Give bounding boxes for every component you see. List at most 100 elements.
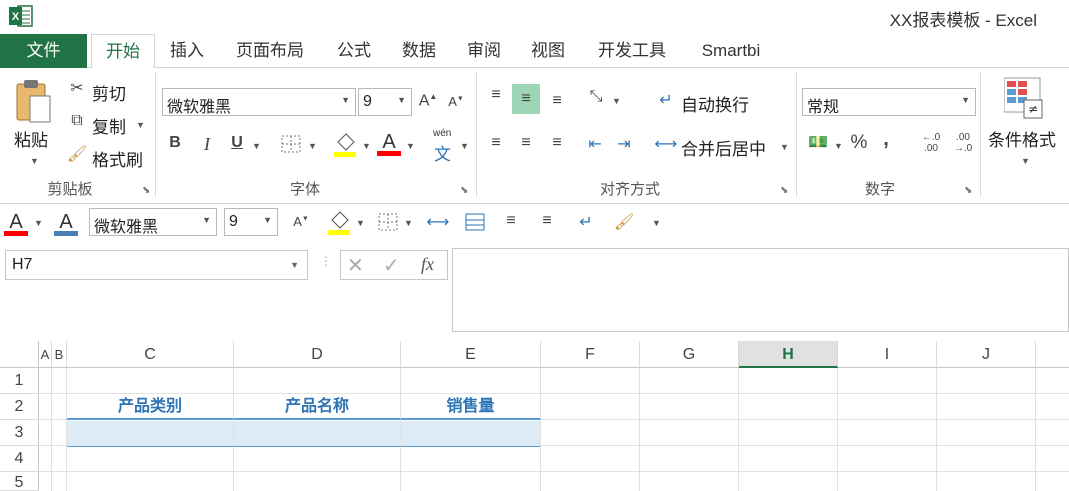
paste-icon[interactable] [14, 78, 54, 126]
merge-center-button[interactable]: 合并后居中 [681, 135, 766, 160]
increase-decimal-icon[interactable]: ←.0.00 [918, 132, 944, 154]
align-bottom-icon[interactable]: ≡ [546, 92, 568, 110]
row-header-5[interactable]: 5 [0, 472, 39, 491]
tab-page-layout[interactable]: 页面布局 [226, 34, 314, 68]
mini-font-size-select[interactable]: 9 ▼ [224, 208, 278, 236]
cancel-icon[interactable]: ✕ [347, 253, 364, 278]
align-left-icon[interactable]: ≡ [536, 212, 558, 230]
fill-color-icon[interactable] [326, 208, 352, 236]
col-header-b[interactable]: B [52, 341, 67, 368]
font-name-select[interactable]: 微软雅黑 ▼ [162, 88, 356, 116]
tab-insert[interactable]: 插入 [161, 34, 213, 68]
name-box[interactable]: H7 ▼ [5, 250, 308, 280]
cut-button[interactable]: 剪切 [92, 80, 126, 105]
copy-button[interactable]: 复制 [92, 113, 126, 138]
col-header-i[interactable]: I [838, 341, 937, 368]
col-header-c[interactable]: C [67, 341, 234, 368]
cell-c2-product-category[interactable]: 产品类别 [67, 394, 234, 420]
decrease-decimal-icon[interactable]: .00 →.0 [950, 132, 976, 154]
col-header-d[interactable]: D [234, 341, 401, 368]
currency-dropdown-icon[interactable]: ▼ [834, 141, 843, 151]
underline-dropdown-icon[interactable]: ▼ [252, 141, 261, 151]
formula-input[interactable] [452, 248, 1069, 332]
confirm-icon[interactable]: ✓ [383, 253, 400, 278]
paste-label[interactable]: 粘贴 [14, 126, 48, 151]
more-options-icon[interactable]: ▼ [652, 218, 661, 228]
borders-dropdown-icon[interactable]: ▼ [404, 218, 413, 228]
font-color-dropdown-icon[interactable]: ▼ [406, 141, 415, 151]
font-color-alt-icon[interactable]: A [54, 208, 80, 238]
font-color-icon[interactable]: A [4, 208, 30, 238]
font-size-select[interactable]: 9 ▼ [358, 88, 412, 116]
borders-icon[interactable] [377, 212, 399, 232]
increase-indent-icon[interactable]: ⇥ [613, 134, 635, 154]
wrap-text-icon[interactable]: ↵ [574, 212, 598, 232]
number-format-select[interactable]: 常规 ▼ [802, 88, 976, 116]
fill-color-dropdown-icon[interactable]: ▼ [356, 218, 365, 228]
decrease-font-icon[interactable]: A▼ [446, 94, 466, 109]
borders-dropdown-icon[interactable]: ▼ [308, 141, 317, 151]
orientation-dropdown-icon[interactable]: ▼ [612, 96, 621, 106]
fill-color-dropdown-icon[interactable]: ▼ [362, 141, 371, 151]
tab-view[interactable]: 视图 [522, 34, 574, 68]
italic-button[interactable]: I [198, 134, 216, 155]
mini-font-name-select[interactable]: 微软雅黑 ▼ [89, 208, 217, 236]
insert-function-button[interactable]: fx [421, 254, 434, 275]
cell-d2-product-name[interactable]: 产品名称 [234, 394, 401, 420]
tab-formulas[interactable]: 公式 [327, 34, 381, 68]
cut-icon[interactable]: ✂ [66, 78, 88, 98]
col-header-j[interactable]: J [937, 341, 1036, 368]
orientation-icon[interactable]: ⤡ [584, 88, 608, 106]
format-painter-button[interactable]: 格式刷 [92, 146, 143, 171]
number-launcher-icon[interactable]: ⬊ [964, 185, 972, 196]
comma-button[interactable]: , [878, 128, 894, 151]
merge-center-icon[interactable]: ⟷ [426, 212, 450, 232]
phonetic-icon[interactable]: wén 文 [432, 128, 458, 164]
tab-data[interactable]: 数据 [393, 34, 445, 68]
select-all-corner[interactable] [0, 341, 39, 368]
wrap-text-button[interactable]: 自动换行 [681, 91, 749, 116]
font-launcher-icon[interactable]: ⬊ [460, 185, 468, 196]
align-left-icon[interactable]: ≡ [485, 134, 507, 152]
tab-home[interactable]: 开始 [91, 34, 155, 69]
merge-dropdown-icon[interactable]: ▼ [780, 142, 789, 152]
col-header-e[interactable]: E [401, 341, 541, 368]
format-painter-icon[interactable]: 🖌 [612, 212, 636, 232]
wrap-text-icon[interactable]: ↵ [654, 90, 678, 110]
currency-icon[interactable]: 💵 [804, 132, 832, 152]
tab-developer[interactable]: 开发工具 [588, 34, 676, 68]
merge-center-icon[interactable]: ⟷ [654, 134, 678, 154]
table-format-icon[interactable] [464, 212, 486, 232]
phonetic-dropdown-icon[interactable]: ▼ [460, 141, 469, 151]
align-top-icon[interactable]: ≡ [485, 86, 507, 104]
tab-smartbi[interactable]: Smartbi [690, 34, 772, 68]
underline-button[interactable]: U [228, 134, 246, 152]
conditional-formatting-icon[interactable]: ≠ [1003, 76, 1044, 122]
increase-font-icon[interactable]: A▲ [418, 92, 438, 110]
row-header-1[interactable]: 1 [0, 368, 39, 394]
row-header-3[interactable]: 3 [0, 420, 39, 446]
alignment-launcher-icon[interactable]: ⬊ [780, 185, 788, 196]
conditional-dropdown-icon[interactable]: ▼ [1021, 156, 1030, 166]
borders-icon[interactable] [280, 134, 302, 154]
paste-dropdown-icon[interactable]: ▼ [30, 156, 39, 166]
tab-review[interactable]: 审阅 [458, 34, 510, 68]
format-painter-icon[interactable]: 🖌 [66, 144, 88, 164]
cell-c3[interactable] [67, 421, 234, 447]
col-header-a[interactable]: A [39, 341, 52, 368]
align-center-icon[interactable]: ≡ [515, 134, 537, 152]
font-color-dropdown-icon[interactable]: ▼ [34, 218, 43, 228]
col-header-g[interactable]: G [640, 341, 739, 368]
cell-d3[interactable] [234, 421, 401, 447]
decrease-indent-icon[interactable]: ⇤ [584, 134, 606, 154]
font-color-icon[interactable]: A [376, 128, 402, 158]
clipboard-launcher-icon[interactable]: ⬊ [142, 185, 150, 196]
align-center-icon[interactable]: ≡ [500, 212, 522, 230]
align-right-icon[interactable]: ≡ [546, 134, 568, 152]
col-header-h[interactable]: H [739, 341, 838, 368]
row-header-2[interactable]: 2 [0, 394, 39, 420]
col-header-f[interactable]: F [541, 341, 640, 368]
bold-button[interactable]: B [166, 134, 184, 152]
tab-file[interactable]: 文件 [0, 34, 87, 68]
copy-dropdown-icon[interactable]: ▼ [136, 120, 145, 130]
